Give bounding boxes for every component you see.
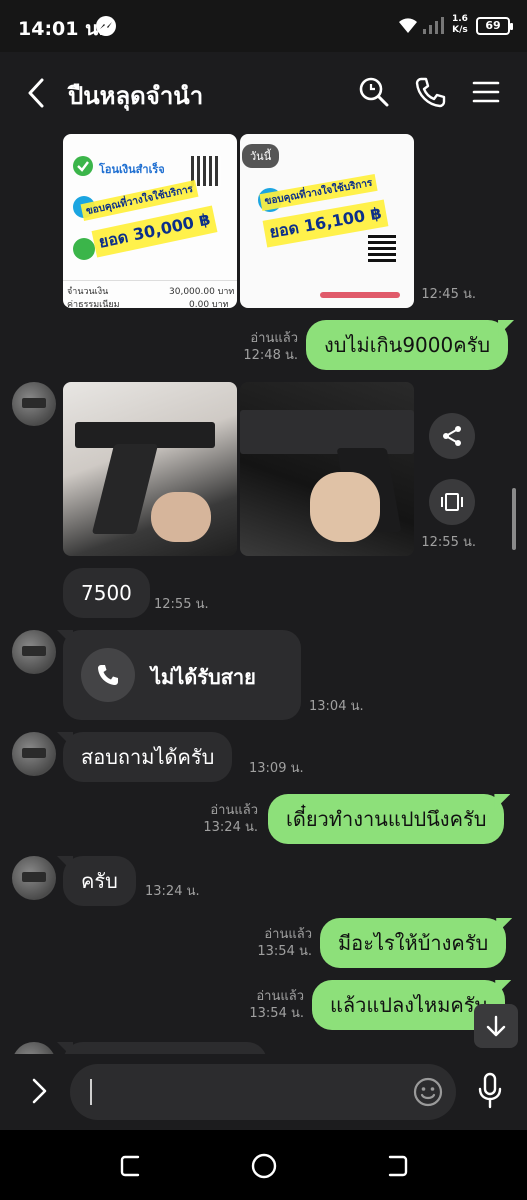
- message-time: 12:48 น.: [243, 348, 298, 363]
- outgoing-message[interactable]: มีอะไรให้บ้างครับ: [320, 918, 507, 968]
- recent-apps-button[interactable]: [118, 1152, 146, 1180]
- message-composer: [0, 1054, 527, 1130]
- menu-button[interactable]: [470, 76, 502, 108]
- system-nav-bar: [0, 1130, 527, 1200]
- share-icon: [443, 426, 461, 446]
- message-input[interactable]: [70, 1064, 456, 1120]
- chevron-right-icon: [32, 1078, 47, 1104]
- signal-icon: [422, 16, 444, 38]
- avatar[interactable]: [12, 856, 56, 900]
- status-time: 14:01 น.: [18, 18, 106, 40]
- amount-label: จำนวนเงิน: [67, 287, 109, 297]
- avatar[interactable]: [12, 630, 56, 674]
- amount-value: 30,000.00 บาท: [169, 287, 235, 297]
- call-button[interactable]: [414, 76, 446, 108]
- scrollbar[interactable]: [512, 488, 516, 550]
- mic-icon: [478, 1072, 502, 1109]
- messenger-icon: [96, 16, 116, 36]
- message-time: 13:54 น.: [249, 1006, 304, 1021]
- emoji-icon: [413, 1077, 443, 1107]
- message-text: แล้วแปลงไหมครับ: [330, 993, 488, 1017]
- call-status: ไม่ได้รับสาย: [151, 665, 256, 689]
- message-time: 13:24 น.: [145, 884, 200, 899]
- date-tag: วันนี้: [242, 144, 280, 168]
- message-time: 13:09 น.: [249, 761, 304, 776]
- message-time: 13:04 น.: [309, 699, 364, 714]
- text-cursor: [90, 1079, 92, 1105]
- battery-indicator: 69: [476, 17, 513, 35]
- message-text: เดี๋ยวทำงานแปปนึงครับ: [286, 807, 487, 831]
- receipt-image-right[interactable]: วันนี้ ขอบคุณที่วางใจใช้บริการ ยอด 16,10…: [240, 134, 414, 308]
- emoji-button[interactable]: [412, 1076, 444, 1108]
- back-nav-button[interactable]: [382, 1152, 410, 1180]
- message-list[interactable]: โอนเงินสำเร็จ ขอบคุณที่วางใจใช้บริการ ยอ…: [0, 132, 527, 1054]
- avatar[interactable]: [12, 1042, 56, 1054]
- message-time: 13:54 น.: [257, 944, 312, 959]
- message-text: มีอะไรให้บ้างครับ: [338, 931, 489, 955]
- message-text: ครับ: [81, 869, 118, 893]
- expand-actions-button[interactable]: [24, 1074, 54, 1108]
- back-icon: [28, 78, 44, 108]
- wifi-icon: [397, 16, 419, 38]
- back-nav-icon: [388, 1155, 408, 1177]
- read-receipt: อ่านแล้ว: [264, 927, 312, 942]
- network-speed: 1.6 K/s: [452, 14, 468, 35]
- fee-label: ค่าธรรมเนียม: [67, 300, 120, 308]
- recent-apps-icon: [120, 1155, 140, 1177]
- outgoing-message[interactable]: งบไม่เกิน9000ครับ: [306, 320, 509, 370]
- call-icon-circle: [81, 648, 135, 702]
- avatar[interactable]: [12, 732, 56, 776]
- scroll-to-bottom-button[interactable]: [474, 1004, 518, 1048]
- read-receipt: อ่านแล้ว: [256, 989, 304, 1004]
- redaction-mark: [320, 292, 400, 298]
- home-button[interactable]: [250, 1152, 278, 1180]
- chat-title: ปืนหลุดจำนำ: [68, 82, 204, 110]
- avatar[interactable]: [12, 382, 56, 426]
- incoming-message[interactable]: ครับ: [63, 856, 136, 906]
- arrow-down-icon: [486, 1015, 506, 1037]
- home-icon: [251, 1153, 277, 1179]
- receipt-status: โอนเงินสำเร็จ: [99, 163, 165, 176]
- message-meta: อ่านแล้ว 13:24 น.: [198, 802, 258, 836]
- back-button[interactable]: [22, 76, 52, 110]
- read-receipt: อ่านแล้ว: [210, 803, 258, 818]
- outgoing-message[interactable]: เดี๋ยวทำงานแปปนึงครับ: [268, 794, 505, 844]
- qr-code: [368, 234, 396, 262]
- gallery-button[interactable]: [429, 479, 475, 525]
- message-time: 12:55 น.: [154, 597, 209, 612]
- voice-message-button[interactable]: [474, 1072, 506, 1110]
- gun-photo-right[interactable]: [240, 382, 414, 556]
- message-time: 12:45 น.: [421, 287, 476, 302]
- phone-icon: [98, 665, 118, 685]
- fee-value: 0.00 บาท: [189, 300, 229, 308]
- missed-call-card[interactable]: ไม่ได้รับสาย: [63, 630, 301, 720]
- menu-icon: [472, 81, 500, 103]
- incoming-message[interactable]: 7500: [63, 568, 150, 618]
- message-meta: อ่านแล้ว 13:54 น.: [252, 926, 312, 960]
- search-button[interactable]: [358, 76, 390, 108]
- message-text: สอบถามได้ครับ: [81, 745, 215, 769]
- message-text: งบไม่เกิน9000ครับ: [324, 333, 491, 357]
- message-time: 12:55 น.: [421, 535, 476, 550]
- gun-photo-left[interactable]: [63, 382, 237, 556]
- message-meta: อ่านแล้ว 12:48 น.: [238, 330, 298, 364]
- chat-header: ปืนหลุดจำนำ: [0, 52, 527, 132]
- message-meta: อ่านแล้ว 13:54 น.: [244, 988, 304, 1022]
- check-icon: [73, 156, 93, 176]
- gallery-icon: [441, 493, 463, 511]
- phone-icon: [415, 77, 446, 108]
- read-receipt: อ่านแล้ว: [250, 331, 298, 346]
- message-time: 13:24 น.: [203, 820, 258, 835]
- status-bar: 14:01 น. 1.6 K/s 69: [0, 0, 527, 52]
- share-button[interactable]: [429, 413, 475, 459]
- incoming-message[interactable]: สอบถามได้ครับ: [63, 732, 233, 782]
- incoming-message[interactable]: [63, 1042, 267, 1054]
- receipt-image-left[interactable]: โอนเงินสำเร็จ ขอบคุณที่วางใจใช้บริการ ยอ…: [63, 134, 237, 308]
- message-text: 7500: [81, 581, 132, 605]
- bank-logo: [73, 238, 95, 260]
- search-icon: [359, 77, 389, 107]
